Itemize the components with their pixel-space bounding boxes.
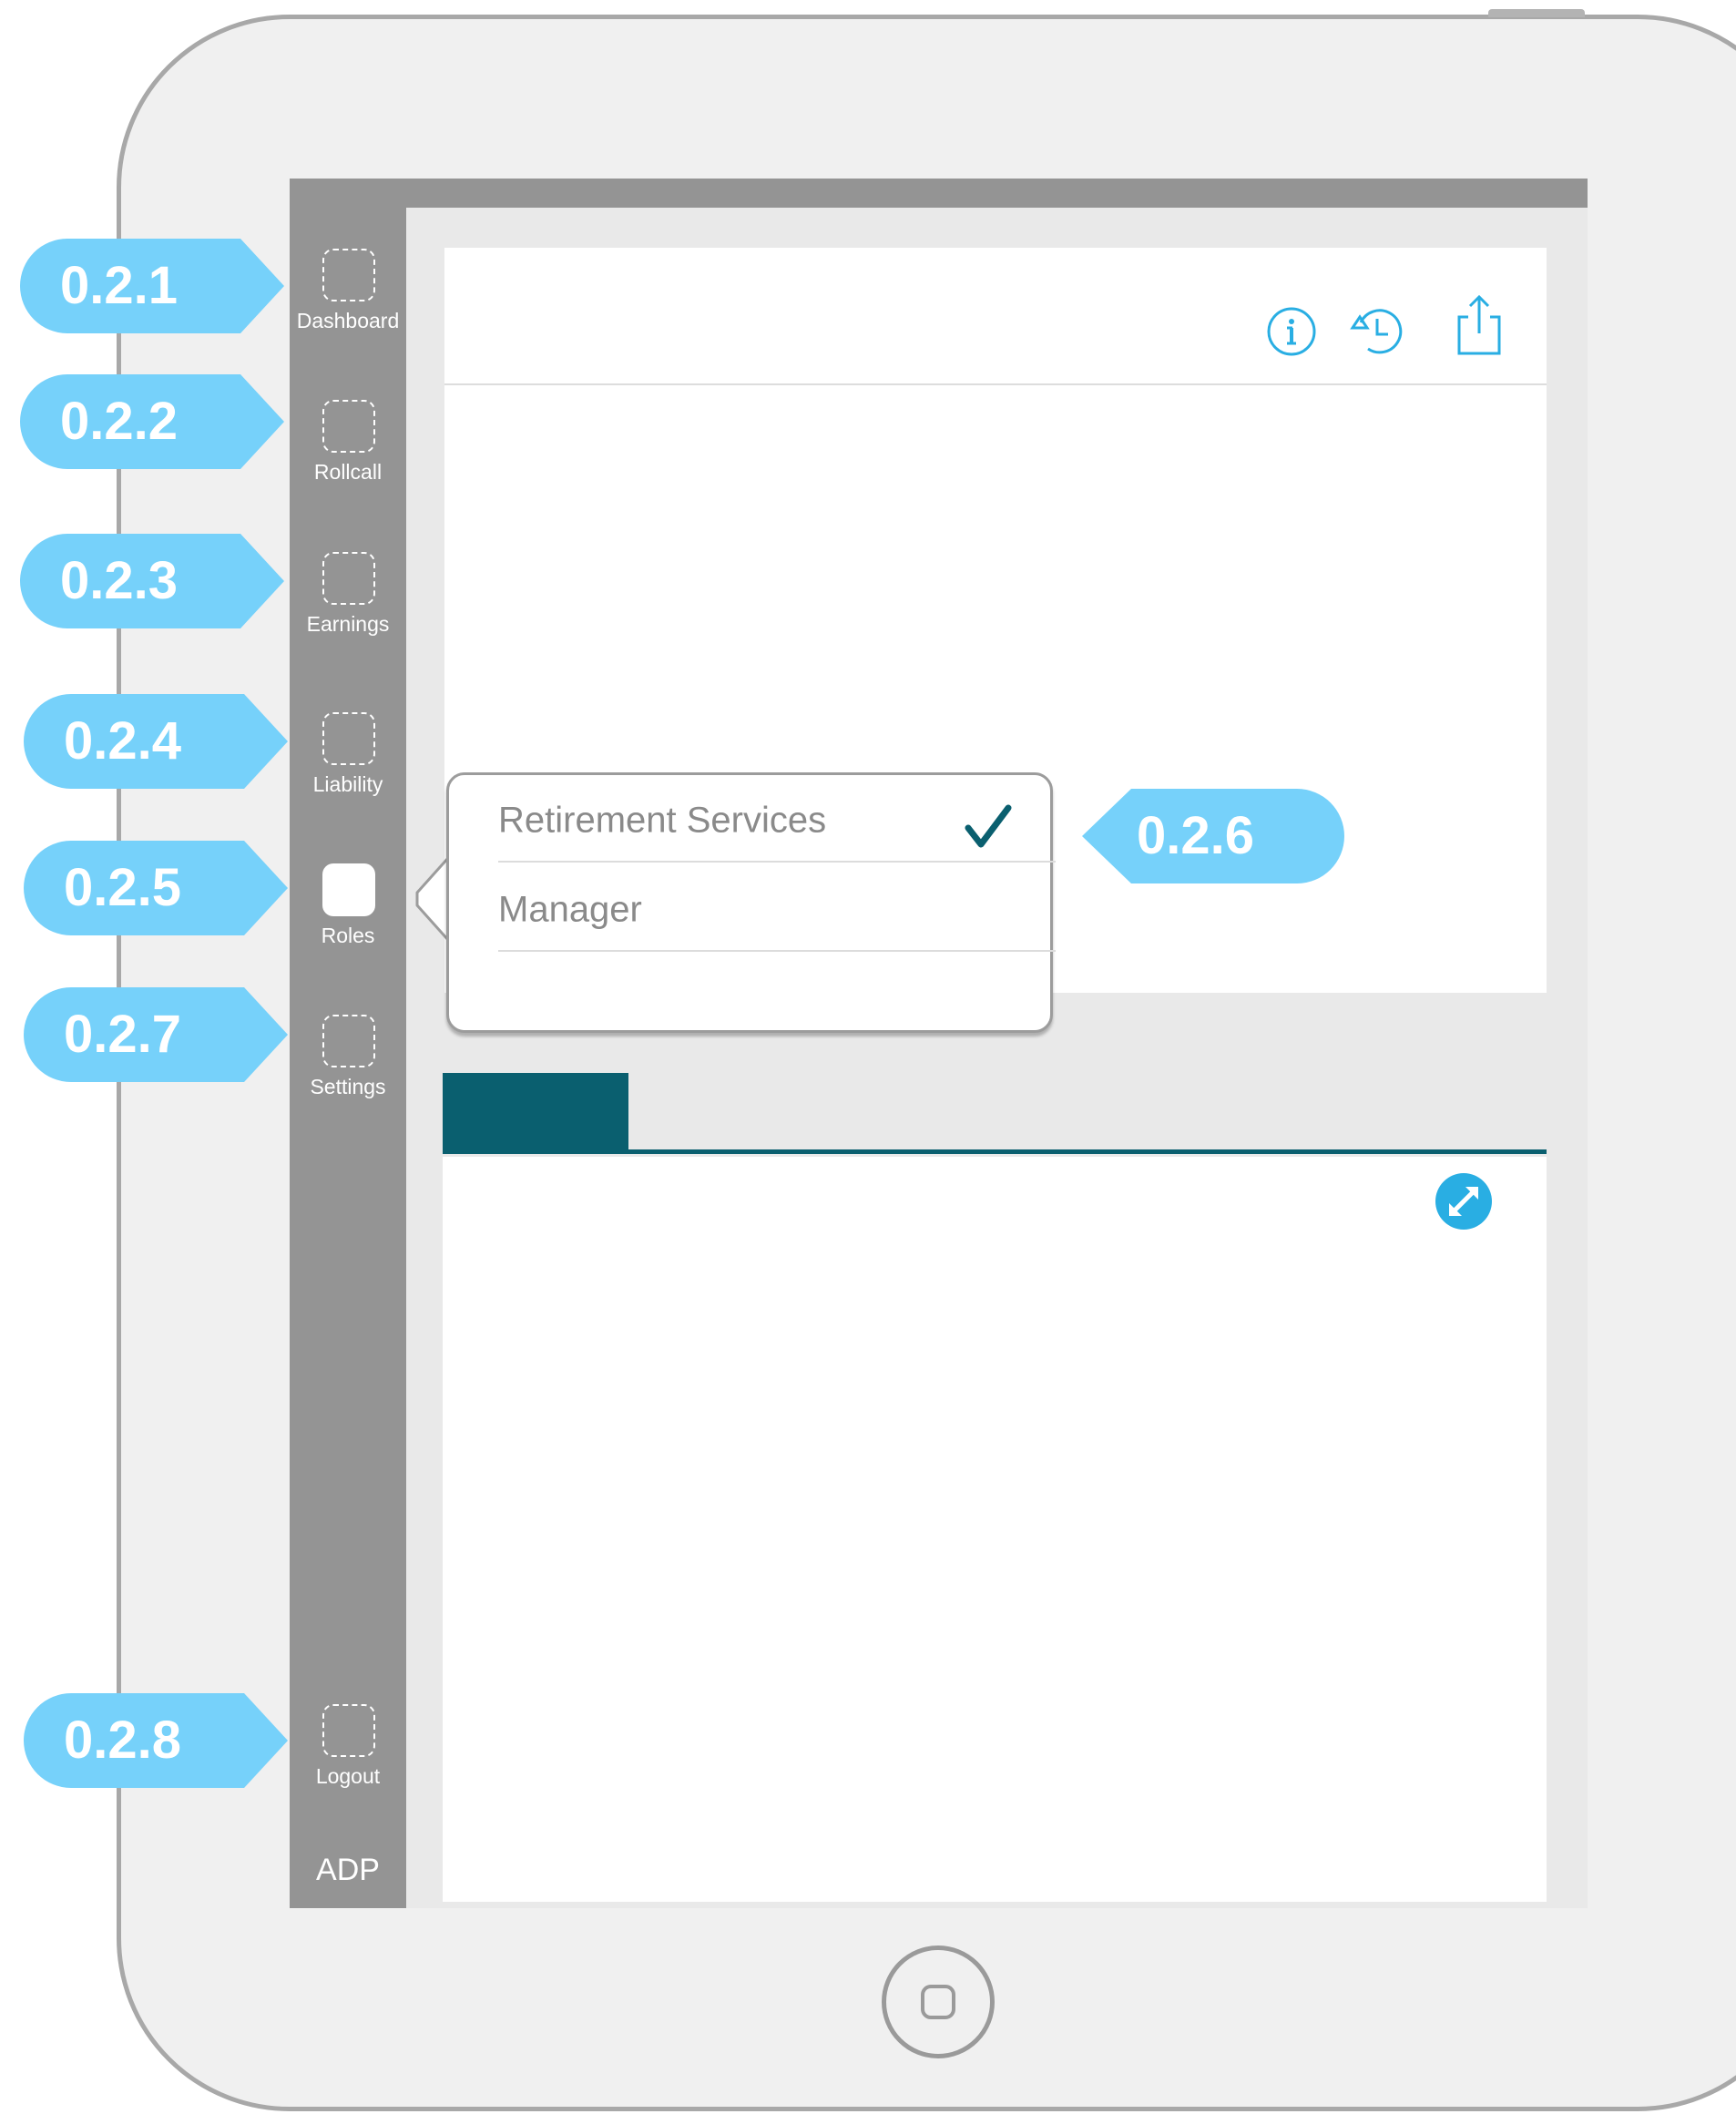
rollcall-icon [322, 400, 375, 453]
home-button-icon [921, 1985, 955, 2019]
annotation-tag-rollcall: 0.2.2 [20, 374, 284, 469]
sidebar: Dashboard Rollcall Earnings Liability Ro… [290, 179, 406, 1908]
role-option-manager[interactable]: Manager [498, 864, 1056, 952]
sidebar-item-label: Logout [315, 1764, 381, 1788]
tab-active[interactable] [443, 1073, 628, 1153]
role-option-label: Retirement Services [498, 800, 827, 841]
annotation-tag-roles: 0.2.5 [24, 841, 288, 935]
annotation-tag-logout: 0.2.8 [24, 1693, 288, 1788]
sidebar-item-label: Settings [310, 1075, 386, 1098]
home-button[interactable] [882, 1945, 995, 2058]
share-icon[interactable] [1452, 291, 1506, 355]
role-option-label: Manager [498, 889, 642, 930]
sidebar-item-liability[interactable]: Liability [290, 712, 406, 822]
bottom-panel [443, 1157, 1547, 1902]
sidebar-item-label: Rollcall [313, 460, 383, 484]
app-screen: Dashboard Rollcall Earnings Liability Ro… [290, 179, 1588, 1908]
tab-bar [443, 1073, 1547, 1155]
row-divider [498, 950, 1056, 952]
sidebar-item-earnings[interactable]: Earnings [290, 552, 406, 661]
power-button [1488, 9, 1585, 17]
logout-icon [322, 1704, 375, 1757]
earnings-icon [322, 552, 375, 605]
brand-logo: ADP [316, 1853, 380, 1887]
role-option-retirement-services[interactable]: Retirement Services [498, 775, 1056, 863]
panel-divider [444, 383, 1547, 385]
checkmark-icon [963, 802, 1014, 850]
liability-icon [322, 712, 375, 765]
settings-icon [322, 1015, 375, 1067]
history-icon[interactable] [1348, 304, 1403, 359]
annotation-tag-settings: 0.2.7 [24, 987, 288, 1082]
annotation-tag-dashboard: 0.2.1 [20, 239, 284, 333]
sidebar-item-label: Roles [321, 924, 375, 947]
dashboard-icon [322, 249, 375, 301]
expand-icon[interactable] [1435, 1173, 1492, 1230]
sidebar-item-label: Earnings [306, 612, 390, 636]
tab-underline [443, 1149, 1547, 1154]
sidebar-item-roles[interactable]: Roles [290, 863, 406, 973]
sidebar-item-rollcall[interactable]: Rollcall [290, 400, 406, 509]
sidebar-item-settings[interactable]: Settings [290, 1015, 406, 1124]
annotation-tag-liability: 0.2.4 [24, 694, 288, 789]
sidebar-item-label: Dashboard [296, 309, 400, 332]
roles-icon [322, 863, 375, 916]
info-icon[interactable] [1264, 304, 1319, 359]
annotation-tag-earnings: 0.2.3 [20, 534, 284, 628]
sidebar-item-label: Liability [312, 772, 383, 796]
annotation-tag-popover: 0.2.6 [1082, 789, 1344, 883]
sidebar-item-dashboard[interactable]: Dashboard [290, 249, 406, 358]
status-bar [290, 179, 1588, 208]
row-divider [498, 861, 1056, 863]
roles-popover: Retirement Services Manager [446, 772, 1056, 1033]
sidebar-item-logout[interactable]: Logout [290, 1704, 406, 1813]
